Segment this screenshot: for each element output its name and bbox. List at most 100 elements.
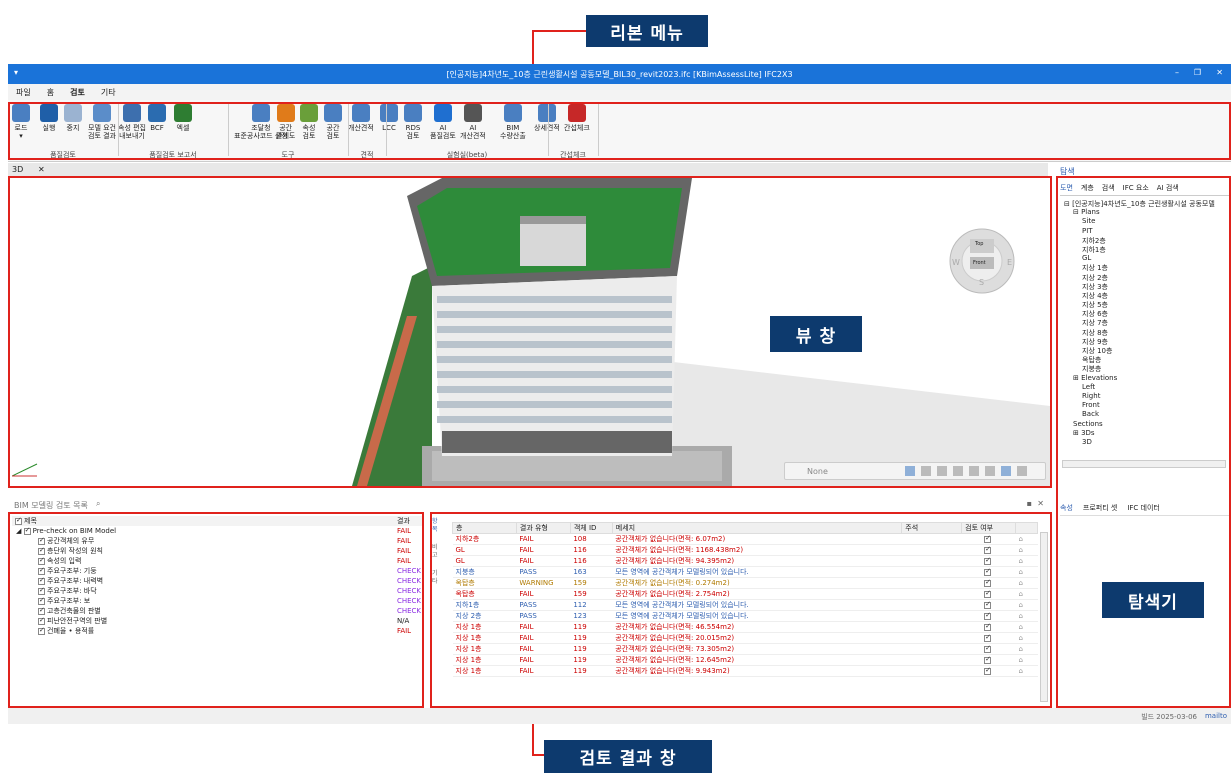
review-checkbox[interactable] xyxy=(984,633,992,642)
ribbon-button-4[interactable]: 속성 편집 내보내기 xyxy=(118,104,146,140)
detail-scrollbar[interactable] xyxy=(1040,532,1048,702)
tab-drawing[interactable]: 도면 xyxy=(1060,183,1073,193)
row-checkbox[interactable] xyxy=(23,526,31,535)
detail-note[interactable] xyxy=(901,577,962,589)
detail-row[interactable]: GLFAIL116공간객체가 없습니다(면적: 94.395m2) ⌂ xyxy=(452,555,1038,567)
review-checkbox[interactable] xyxy=(984,600,992,609)
tree-node[interactable]: ⊟ Plans xyxy=(1064,208,1228,217)
tree-row[interactable]: 피난안전구역의 판별 N/A xyxy=(12,616,424,626)
view-cube-icon[interactable] xyxy=(1001,466,1011,476)
tree-node[interactable]: 지상 1층 xyxy=(1064,263,1228,272)
tree-node[interactable]: ⊞ Elevations xyxy=(1064,374,1228,383)
ribbon-button-11[interactable]: 개산견적 xyxy=(348,104,374,132)
review-checkbox[interactable] xyxy=(984,589,992,598)
side-tab-etc[interactable]: 기타 xyxy=(432,570,442,586)
ribbon-button-5[interactable]: BCF xyxy=(148,104,166,132)
zoom-tool-icon[interactable] xyxy=(937,466,947,476)
detail-row[interactable]: GLFAIL116공간객체가 없습니다(면적: 1168.438m2) ⌂ xyxy=(452,544,1038,556)
tree-node[interactable]: 지상 10층 xyxy=(1064,346,1228,355)
detail-row[interactable]: 옥탑층FAIL159공간객체가 없습니다(면적: 2.754m2) ⌂ xyxy=(452,588,1038,600)
locate-icon[interactable]: ⌂ xyxy=(1019,656,1023,664)
view-mode-select[interactable]: None xyxy=(807,467,828,476)
row-checkbox[interactable] xyxy=(38,626,45,635)
col-note[interactable]: 주석 xyxy=(901,522,963,534)
tree-node[interactable]: 지상 8층 xyxy=(1064,328,1228,337)
ribbon-button-9[interactable]: 속성 검토 xyxy=(300,104,318,140)
tree-node[interactable]: ⊞ 3Ds xyxy=(1064,429,1228,438)
detail-note[interactable] xyxy=(901,621,962,633)
detail-note[interactable] xyxy=(901,643,962,655)
review-checkbox[interactable] xyxy=(984,567,992,576)
expand-icon[interactable]: ◢ xyxy=(16,527,24,535)
detail-note[interactable] xyxy=(901,566,962,578)
locate-icon[interactable]: ⌂ xyxy=(1019,623,1023,631)
detail-note[interactable] xyxy=(901,588,962,600)
minimize-button[interactable]: – xyxy=(1175,68,1179,77)
tree-node[interactable]: 3D xyxy=(1064,438,1228,447)
menu-review[interactable]: 검토 xyxy=(62,84,93,98)
detail-row[interactable]: 옥탑층WARNING159공간객체가 없습니다(면적: 0.274m2) ⌂ xyxy=(452,577,1038,589)
detail-row[interactable]: 지붕층PASS163모든 영역에 공간객체가 모델링되어 있습니다. ⌂ xyxy=(452,566,1038,578)
ribbon-button-1[interactable]: 실행 xyxy=(40,104,58,132)
ribbon-button-16[interactable]: BIM 수량산출 xyxy=(500,104,526,140)
detail-note[interactable] xyxy=(901,654,962,666)
row-checkbox[interactable] xyxy=(38,596,45,605)
tree-node[interactable]: 지상 7층 xyxy=(1064,318,1228,327)
row-checkbox[interactable] xyxy=(38,586,45,595)
col-floor[interactable]: 층 xyxy=(452,522,517,534)
col-type[interactable]: 결과 유형 xyxy=(515,522,571,534)
review-checkbox[interactable] xyxy=(984,534,992,543)
tree-node[interactable]: 지상 5층 xyxy=(1064,300,1228,309)
ribbon-button-14[interactable]: AI 품질검토 xyxy=(430,104,456,140)
ribbon-button-13[interactable]: RDS 검토 xyxy=(404,104,422,140)
pan-tool-icon[interactable] xyxy=(921,466,931,476)
tab-ifc-element[interactable]: IFC 요소 xyxy=(1123,183,1149,193)
row-checkbox[interactable] xyxy=(38,576,45,585)
detail-note[interactable] xyxy=(901,533,962,545)
ribbon-button-6[interactable]: 엑셀 xyxy=(174,104,192,132)
review-checkbox[interactable] xyxy=(984,611,992,620)
row-checkbox[interactable] xyxy=(38,616,45,625)
ribbon-button-2[interactable]: 중지 xyxy=(64,104,82,132)
detail-note[interactable] xyxy=(901,665,962,677)
detail-row[interactable]: 지상 1층FAIL119공간객체가 없습니다(면적: 20.015m2) ⌂ xyxy=(452,632,1038,644)
select-tool-icon[interactable] xyxy=(905,466,915,476)
row-checkbox[interactable] xyxy=(38,556,45,565)
tree-row[interactable]: 주요구조부: 보 CHECK xyxy=(12,596,424,606)
locate-icon[interactable]: ⌂ xyxy=(1019,667,1023,675)
ribbon-button-15[interactable]: AI 개산견적 xyxy=(460,104,486,140)
tree-node[interactable]: 지붕층 xyxy=(1064,364,1228,373)
row-checkbox[interactable] xyxy=(38,536,45,545)
review-checkbox[interactable] xyxy=(984,644,992,653)
tree-row[interactable]: 층단위 작성의 원칙 FAIL xyxy=(12,546,424,556)
review-checkbox[interactable] xyxy=(984,578,992,587)
side-tab-notes[interactable]: 비고 xyxy=(432,544,442,560)
row-checkbox[interactable] xyxy=(38,546,45,555)
tree-node[interactable]: GL xyxy=(1064,254,1228,263)
review-checkbox[interactable] xyxy=(984,622,992,631)
fit-tool-icon[interactable] xyxy=(953,466,963,476)
tree-node[interactable]: 지상 9층 xyxy=(1064,337,1228,346)
tree-row[interactable]: 건폐율 • 용적률 FAIL xyxy=(12,626,424,636)
tree-node[interactable]: 옥탑층 xyxy=(1064,355,1228,364)
ribbon-button-12[interactable]: LCC xyxy=(380,104,398,132)
tree-node[interactable]: PIT xyxy=(1064,227,1228,236)
tree-node[interactable]: Back xyxy=(1064,410,1228,419)
side-tab-items[interactable]: 항목 xyxy=(432,518,442,534)
close-button[interactable]: ✕ xyxy=(1216,68,1223,77)
tree-node[interactable]: ⊟ [인공지능]4차년도_10층 근린생활시설 공동모델 xyxy=(1064,199,1228,208)
tree-node[interactable]: Site xyxy=(1064,217,1228,226)
ribbon-button-17[interactable]: 상세견적 xyxy=(534,104,560,132)
detail-row[interactable]: 지상 1층FAIL119공간객체가 없습니다(면적: 73.305m2) ⌂ xyxy=(452,643,1038,655)
locate-icon[interactable]: ⌂ xyxy=(1019,579,1023,587)
ribbon-button-3[interactable]: 모델 요건 검토 결과 xyxy=(88,104,116,140)
view-tab-3d[interactable]: 3D xyxy=(12,165,23,174)
restore-button[interactable]: ❐ xyxy=(1194,68,1201,77)
menu-etc[interactable]: 기타 xyxy=(93,84,124,98)
locate-icon[interactable]: ⌂ xyxy=(1019,546,1023,554)
tab-ifc-data[interactable]: IFC 데이터 xyxy=(1127,503,1160,513)
panel-pin-icon[interactable]: ▪ xyxy=(1027,499,1032,508)
ribbon-button-0[interactable]: 로드 ▾ xyxy=(12,104,30,140)
locate-icon[interactable]: ⌂ xyxy=(1019,557,1023,565)
locate-icon[interactable]: ⌂ xyxy=(1019,535,1023,543)
